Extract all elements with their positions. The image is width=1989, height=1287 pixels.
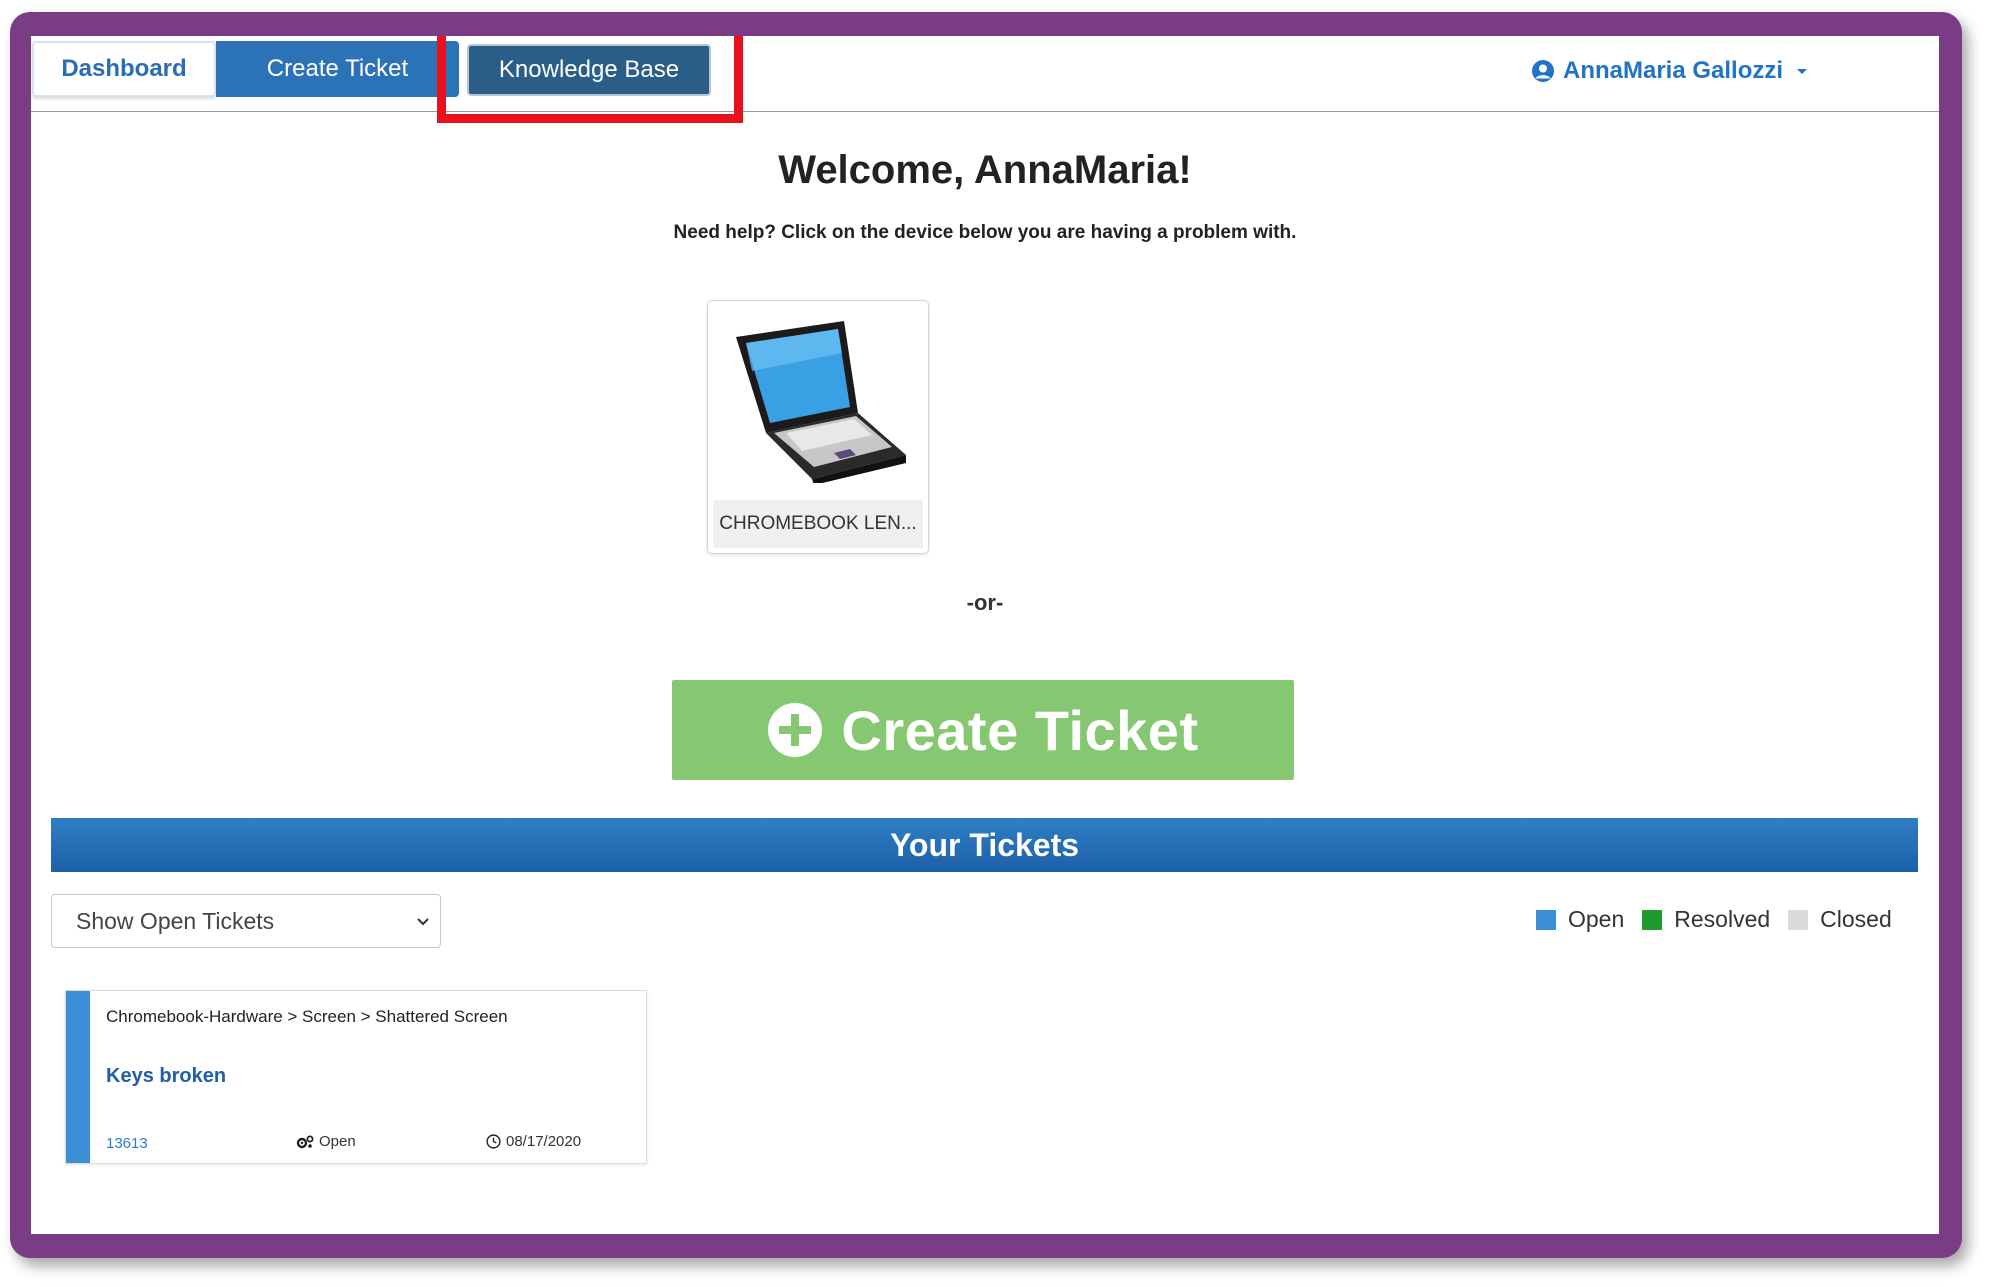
tab-dashboard[interactable]: Dashboard xyxy=(32,41,216,97)
create-ticket-button[interactable]: Create Ticket xyxy=(672,680,1294,780)
ticket-filter-value: Show Open Tickets xyxy=(76,907,275,934)
ticket-category-path: Chromebook-Hardware > Screen > Shattered… xyxy=(106,1007,508,1026)
clock-icon xyxy=(486,1134,501,1149)
ticket-status-stripe xyxy=(66,991,90,1163)
legend-resolved: Resolved xyxy=(1642,906,1770,933)
ticket-filter-select[interactable]: Show Open Tickets xyxy=(51,894,441,948)
tab-create-ticket-label: Create Ticket xyxy=(266,55,409,82)
page-title: Welcome, AnnaMaria! xyxy=(778,148,1192,192)
legend-open-label: Open xyxy=(1568,906,1625,932)
user-name: AnnaMaria Gallozzi xyxy=(1563,57,1784,84)
help-instructions: Need help? Click on the device below you… xyxy=(673,222,1297,243)
laptop-icon xyxy=(736,321,906,483)
top-navigation: Dashboard Create Ticket Knowledge Base A… xyxy=(31,36,1939,123)
device-label: CHROMEBOOK LEN... xyxy=(713,500,923,548)
or-separator: -or- xyxy=(966,590,1004,615)
ticket-status: Open xyxy=(296,1133,356,1150)
device-card[interactable]: CHROMEBOOK LEN... xyxy=(707,300,929,554)
user-circle-icon xyxy=(1532,60,1554,82)
legend-closed: Closed xyxy=(1788,906,1892,933)
legend-closed-label: Closed xyxy=(1820,906,1892,932)
plus-circle-icon xyxy=(768,703,823,757)
tab-knowledge-base-label: Knowledge Base xyxy=(498,56,680,83)
open-swatch xyxy=(1536,909,1556,930)
ticket-id[interactable]: 13613 xyxy=(106,1135,148,1152)
tab-dashboard-label: Dashboard xyxy=(61,55,187,82)
user-menu[interactable]: AnnaMaria Gallozzi xyxy=(1531,54,1813,88)
ticket-status-label: Open xyxy=(319,1133,356,1150)
status-legend: Open Resolved Closed xyxy=(1536,906,1910,933)
ticket-date-label: 08/17/2020 xyxy=(506,1133,582,1150)
legend-open: Open xyxy=(1536,906,1624,933)
gears-icon xyxy=(296,1135,314,1148)
ticket-date: 08/17/2020 xyxy=(486,1133,581,1150)
tickets-heading-label: Your Tickets xyxy=(889,826,1080,863)
tab-create-ticket[interactable]: Create Ticket xyxy=(216,41,459,97)
tickets-heading: Your Tickets xyxy=(51,818,1918,872)
tab-knowledge-base[interactable]: Knowledge Base xyxy=(467,44,711,96)
legend-resolved-label: Resolved xyxy=(1674,906,1771,932)
create-ticket-label: Create Ticket xyxy=(841,698,1199,762)
caret-down-icon xyxy=(1797,69,1808,74)
app-window: Dashboard Create Ticket Knowledge Base A… xyxy=(31,36,1939,1234)
resolved-swatch xyxy=(1642,909,1663,930)
chevron-down-icon xyxy=(417,918,429,926)
ticket-card[interactable]: Chromebook-Hardware > Screen > Shattered… xyxy=(65,990,647,1164)
closed-swatch xyxy=(1788,909,1809,930)
ticket-title[interactable]: Keys broken xyxy=(106,1065,226,1088)
